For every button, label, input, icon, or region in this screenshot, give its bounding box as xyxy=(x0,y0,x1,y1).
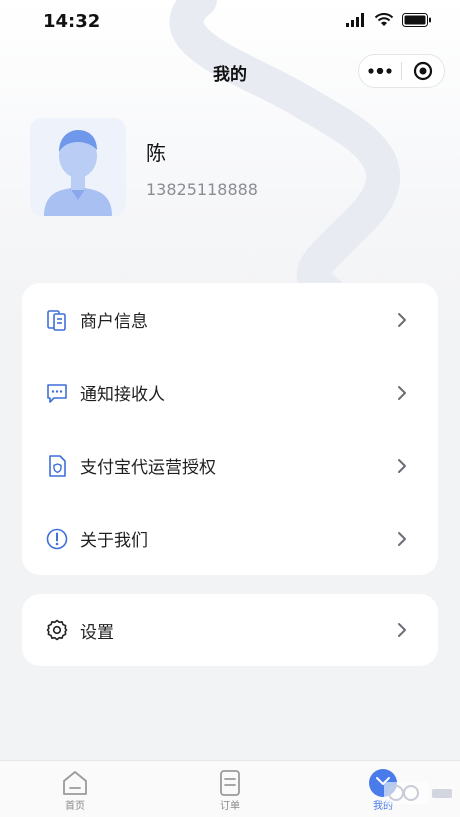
chevron-right-icon xyxy=(398,531,406,546)
menu-item-settings[interactable]: 设置 xyxy=(22,594,438,666)
more-button[interactable] xyxy=(359,55,401,87)
order-icon xyxy=(220,770,240,796)
miniprogram-capsule xyxy=(358,54,445,88)
chevron-right-icon xyxy=(398,385,406,400)
menu-item-label: 设置 xyxy=(80,622,114,643)
more-dots-icon xyxy=(368,68,392,74)
merchant-info-icon xyxy=(47,309,66,331)
battery-icon xyxy=(402,13,431,27)
menu-item-about-us[interactable]: 关于我们 xyxy=(22,502,438,575)
home-icon xyxy=(63,771,87,795)
info-icon xyxy=(46,528,68,549)
gear-icon xyxy=(46,619,68,641)
user-avatar-icon xyxy=(30,118,126,216)
settings-card: 设置 xyxy=(22,594,438,666)
watermark-logo xyxy=(384,782,452,804)
chevron-right-icon xyxy=(398,458,406,473)
menu-item-merchant-info[interactable]: 商户信息 xyxy=(22,283,438,356)
status-bar: 14:32 xyxy=(0,0,460,44)
menu-item-alipay-authorization[interactable]: 支付宝代运营授权 xyxy=(22,429,438,502)
target-icon xyxy=(413,61,433,81)
chevron-right-icon xyxy=(398,623,406,637)
avatar[interactable] xyxy=(30,118,126,216)
chevron-right-icon xyxy=(398,312,406,327)
wifi-icon xyxy=(374,13,394,26)
tab-label: 首页 xyxy=(65,801,85,812)
menu-item-label: 支付宝代运营授权 xyxy=(80,458,216,478)
tab-orders[interactable]: 订单 xyxy=(190,761,270,817)
menu-item-label: 商户信息 xyxy=(80,312,148,332)
user-phone: 13825118888 xyxy=(146,180,258,199)
status-time: 14:32 xyxy=(43,11,101,32)
status-icons xyxy=(346,13,432,27)
message-icon xyxy=(47,383,67,403)
signal-icon xyxy=(346,13,364,27)
tab-label: 订单 xyxy=(220,801,240,812)
menu-item-label: 通知接收人 xyxy=(80,385,165,405)
close-miniprogram-button[interactable] xyxy=(402,55,444,87)
shield-document-icon xyxy=(49,454,66,477)
menu-item-notification-receiver[interactable]: 通知接收人 xyxy=(22,356,438,429)
menu-card: 商户信息 通知接收人 支付宝代运营授权 关于我们 xyxy=(22,283,438,575)
tab-home[interactable]: 首页 xyxy=(35,761,115,817)
menu-item-label: 关于我们 xyxy=(80,531,148,551)
user-name: 陈 xyxy=(146,141,166,165)
